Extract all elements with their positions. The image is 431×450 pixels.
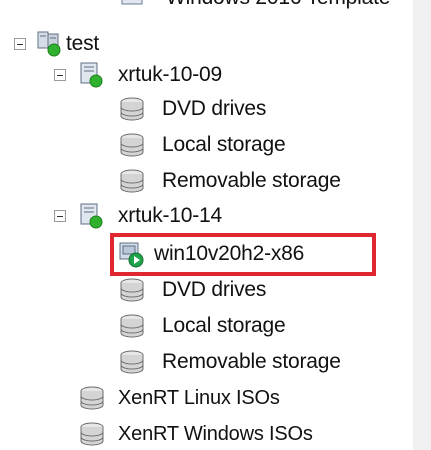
tree-item-label: Local storage bbox=[162, 314, 286, 337]
tree-item-local-storage[interactable]: Local storage bbox=[118, 308, 286, 344]
collapse-toggle-host-1[interactable] bbox=[54, 69, 66, 81]
tree-item-local-storage[interactable]: Local storage bbox=[118, 127, 286, 163]
server-host-icon bbox=[78, 202, 106, 230]
tree-item-host-xrtuk-10-14[interactable]: xrtuk-10-14 bbox=[78, 198, 222, 234]
tree-item-label: XenRT Windows ISOs bbox=[118, 423, 313, 445]
tree-item-removable-storage[interactable]: Removable storage bbox=[118, 163, 341, 199]
tree-item-label: Windows 2016 Template bbox=[166, 0, 390, 16]
tree-item-removable-storage[interactable]: Removable storage bbox=[118, 344, 341, 380]
tree-item-label: Removable storage bbox=[162, 169, 341, 192]
tree-item-label: xrtuk-10-09 bbox=[118, 63, 223, 86]
storage-disk-icon bbox=[118, 131, 146, 159]
tree-item-label: DVD drives bbox=[162, 97, 267, 120]
tree-item-host-xrtuk-10-09[interactable]: xrtuk-10-09 bbox=[78, 57, 222, 93]
right-panel-edge bbox=[413, 0, 431, 450]
tree-item-label: Removable storage bbox=[162, 350, 341, 373]
storage-disk-icon bbox=[78, 420, 106, 448]
tree-item-dvd-drives[interactable]: DVD drives bbox=[118, 91, 266, 127]
tree-item-template-partial[interactable]: Windows 2016 Template bbox=[118, 0, 390, 16]
storage-disk-icon bbox=[118, 95, 146, 123]
server-host-icon bbox=[78, 61, 106, 89]
tree-item-xenrt-windows-isos[interactable]: XenRT Windows ISOs bbox=[78, 416, 313, 450]
storage-disk-icon bbox=[118, 348, 146, 376]
pool-icon bbox=[36, 30, 64, 58]
tree-item-label: DVD drives bbox=[162, 278, 267, 301]
storage-disk-icon bbox=[118, 167, 146, 195]
storage-disk-icon bbox=[118, 312, 146, 340]
storage-disk-icon bbox=[78, 384, 106, 412]
storage-disk-icon bbox=[118, 276, 146, 304]
collapse-toggle-pool[interactable] bbox=[14, 38, 26, 50]
tree-item-xenrt-linux-isos[interactable]: XenRT Linux ISOs bbox=[78, 380, 280, 416]
highlight-annotation-box bbox=[110, 233, 376, 276]
resource-tree: Windows 2016 Template test xrtuk-10-0 bbox=[0, 0, 413, 450]
tree-item-label: xrtuk-10-14 bbox=[118, 204, 223, 227]
tree-item-dvd-drives[interactable]: DVD drives bbox=[118, 272, 266, 308]
template-icon bbox=[118, 0, 146, 12]
collapse-toggle-host-2[interactable] bbox=[54, 210, 66, 222]
tree-item-label: Local storage bbox=[162, 133, 286, 156]
tree-item-label: XenRT Linux ISOs bbox=[118, 387, 280, 409]
